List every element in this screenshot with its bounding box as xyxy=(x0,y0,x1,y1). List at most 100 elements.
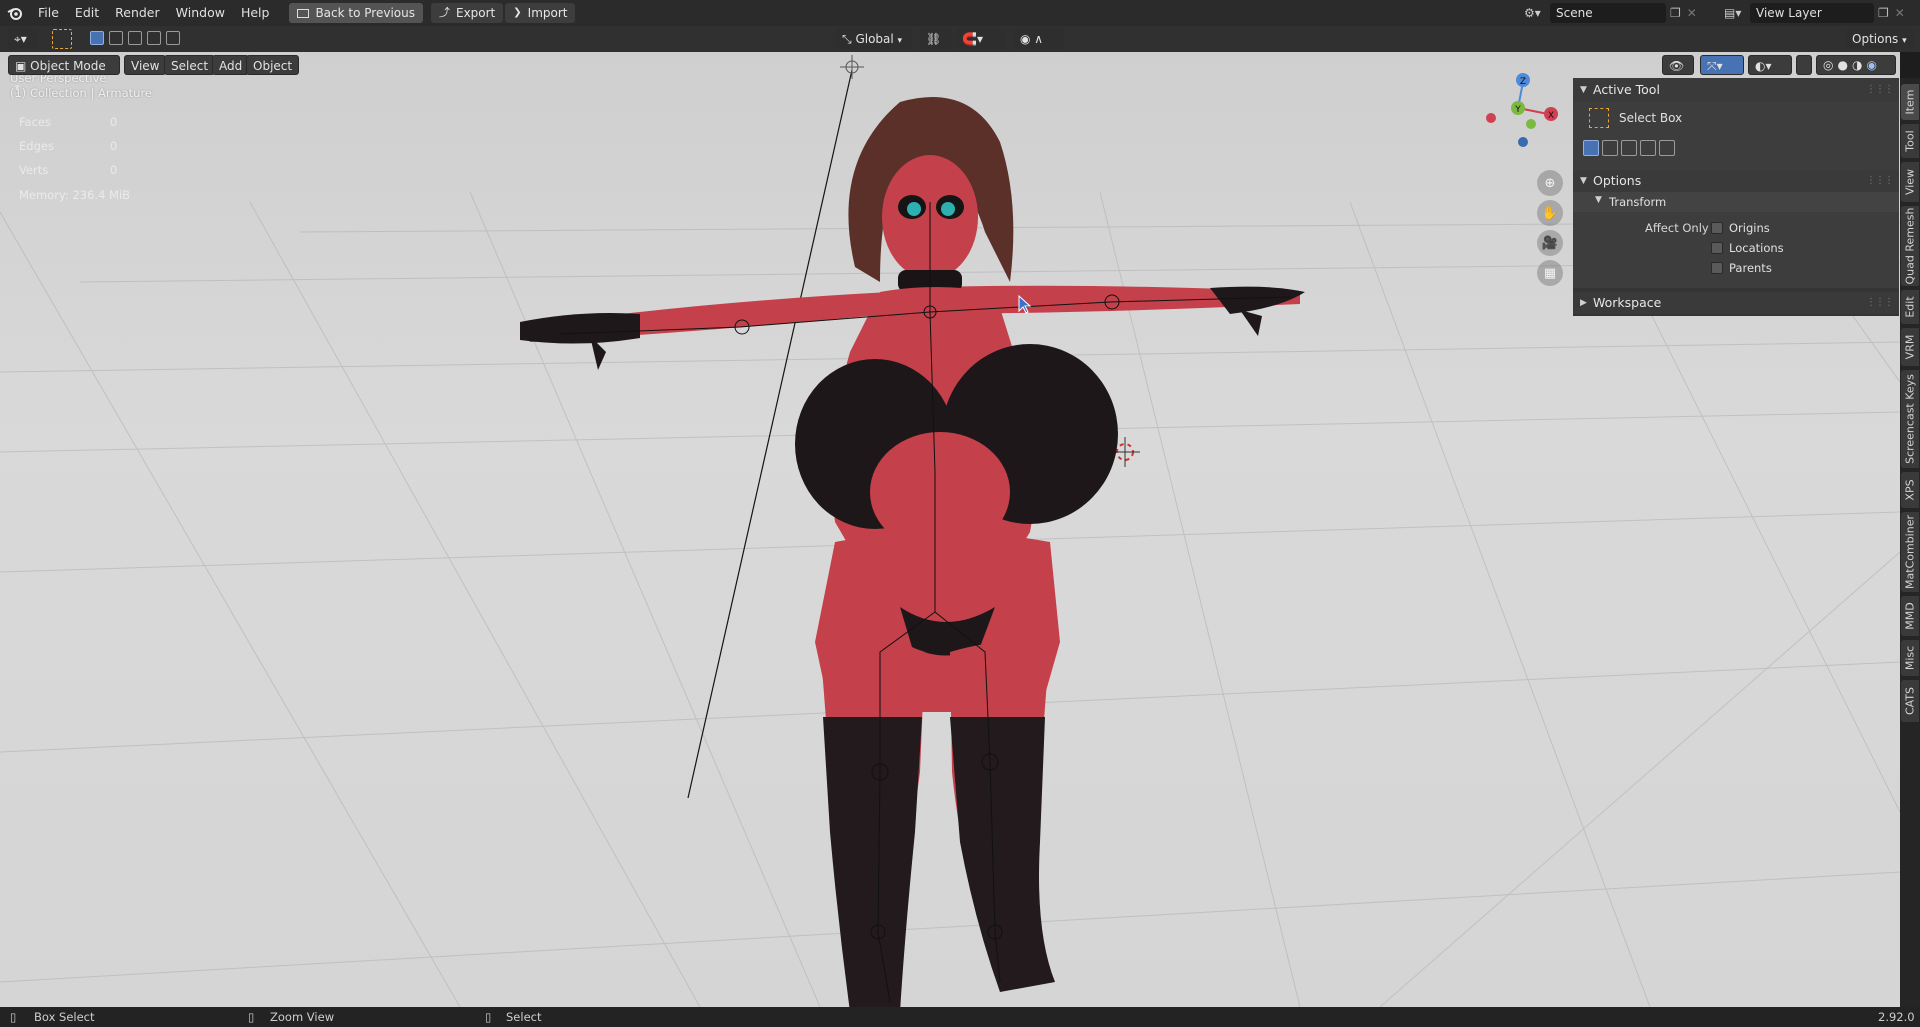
object-menu[interactable]: Object xyxy=(246,55,300,75)
editor-type-icon[interactable]: ⌖▾ xyxy=(8,29,38,49)
svg-text:Y: Y xyxy=(1514,105,1521,115)
collection-label: (1) Collection | Armature xyxy=(10,86,153,100)
menu-window[interactable]: Window xyxy=(168,2,233,24)
screen-back-icon xyxy=(297,8,310,18)
add-menu[interactable]: Add xyxy=(212,55,250,75)
close-icon[interactable]: ✕ xyxy=(1687,6,1697,20)
new-scene-icon[interactable]: ❐ xyxy=(1670,6,1681,20)
parents-label: Parents xyxy=(1729,261,1772,275)
active-tool-header[interactable]: ▼ Active Tool ⋮⋮⋮ xyxy=(1573,78,1899,102)
tab-misc[interactable]: Misc xyxy=(1901,640,1919,676)
parents-checkbox[interactable] xyxy=(1711,262,1723,274)
locations-checkbox[interactable] xyxy=(1711,242,1723,254)
tab-view[interactable]: View xyxy=(1901,162,1919,202)
mouse-right-icon: ▯ xyxy=(485,1010,492,1024)
view-layer-selector[interactable]: ▤▾ View Layer ❐ ✕ xyxy=(1724,2,1905,24)
select-menu[interactable]: Select xyxy=(164,55,216,75)
tab-xps[interactable]: XPS xyxy=(1901,472,1919,508)
solid-shading-icon[interactable]: ● xyxy=(1837,55,1847,75)
select-difference-icon[interactable] xyxy=(1640,140,1656,156)
sidebar-tabs: Item Tool View Quad Remesh Edit VRM Scre… xyxy=(1900,78,1920,1007)
drag-grip-icon[interactable]: ⋮⋮⋮ xyxy=(1866,292,1894,314)
shading-modes[interactable]: ◎ ● ◑ ◉ xyxy=(1816,55,1896,75)
mode-dropdown[interactable]: ▣ Object Mode ▾ xyxy=(8,55,120,93)
material-shading-icon[interactable]: ◑ xyxy=(1852,55,1862,75)
select-intersect-icon[interactable] xyxy=(1659,140,1675,156)
import-button[interactable]: ❯ Import xyxy=(505,3,576,23)
overlay-toggle-icon[interactable]: ◐▾ xyxy=(1748,55,1792,75)
visibility-icon[interactable]: 👁▾ xyxy=(1662,55,1694,93)
status-zoom-view: Zoom View xyxy=(270,1010,335,1024)
camera-icon[interactable]: 🎥 xyxy=(1537,230,1563,256)
select-tool-icon[interactable] xyxy=(52,29,72,49)
svg-text:X: X xyxy=(1548,111,1554,121)
export-button[interactable]: ⤴ Export xyxy=(430,3,504,23)
stat-faces-value: 0 xyxy=(110,115,118,129)
select-extend-icon[interactable] xyxy=(109,31,123,45)
zoom-icon[interactable]: ⊕ xyxy=(1537,170,1563,196)
select-intersect-icon[interactable] xyxy=(166,31,180,45)
pivot-point-icon[interactable]: ⛓▾ xyxy=(920,29,952,66)
select-extend-icon[interactable] xyxy=(1602,140,1618,156)
navigation-gizmo[interactable]: Z X Y xyxy=(1478,70,1558,150)
menu-render[interactable]: Render xyxy=(107,2,168,24)
stat-verts-label: Verts xyxy=(19,163,49,177)
back-to-previous-button[interactable]: Back to Previous xyxy=(289,3,423,23)
drag-grip-icon[interactable]: ⋮⋮⋮ xyxy=(1866,78,1894,102)
chevron-down-icon: ▾ xyxy=(897,36,903,46)
tab-item[interactable]: Item xyxy=(1901,84,1919,120)
tab-tool[interactable]: Tool xyxy=(1901,124,1919,158)
tab-screencast-keys[interactable]: Screencast Keys xyxy=(1901,370,1919,468)
scene-selector[interactable]: ⚙▾ Scene ❐ ✕ xyxy=(1524,2,1697,24)
select-new-icon[interactable] xyxy=(90,31,104,45)
object-mode-icon: ▣ xyxy=(15,59,27,73)
tab-cats[interactable]: CATS xyxy=(1901,680,1919,722)
stat-faces-label: Faces xyxy=(19,115,51,129)
close-icon[interactable]: ✕ xyxy=(1895,6,1905,20)
chevron-right-icon: ❯ xyxy=(513,7,522,18)
tab-mmd[interactable]: MMD xyxy=(1901,596,1919,636)
new-view-layer-icon[interactable]: ❐ xyxy=(1878,6,1889,20)
menu-edit[interactable]: Edit xyxy=(67,2,107,24)
sidebar-panel: ▼ Active Tool ⋮⋮⋮ Select Box ▼ Options ⋮… xyxy=(1573,78,1899,316)
stat-edges-label: Edges xyxy=(19,139,54,153)
blender-logo-icon[interactable] xyxy=(0,0,30,26)
tab-edit[interactable]: Edit xyxy=(1901,290,1919,324)
view-menu[interactable]: View xyxy=(124,55,167,75)
menu-help[interactable]: Help xyxy=(233,2,278,24)
origins-checkbox[interactable] xyxy=(1711,222,1723,234)
menu-file[interactable]: File xyxy=(30,2,67,24)
select-difference-icon[interactable] xyxy=(147,31,161,45)
affect-only-label: Affect Only xyxy=(1645,221,1709,235)
pan-hand-icon[interactable]: ✋ xyxy=(1537,200,1563,226)
version-label: 2.92.0 xyxy=(1878,1010,1915,1024)
tab-vrm[interactable]: VRM xyxy=(1901,328,1919,366)
transform-orientation-dropdown[interactable]: ⤡ Global ▾ xyxy=(836,29,912,49)
wireframe-shading-icon[interactable]: ◎ xyxy=(1823,55,1833,75)
gizmo-toggle-icon[interactable]: ⤧▾ xyxy=(1700,55,1744,75)
xray-icon[interactable] xyxy=(1796,55,1812,75)
snap-icon[interactable]: 🧲▾ xyxy=(956,29,1006,49)
select-box-label: Select Box xyxy=(1619,111,1683,125)
status-box-select: Box Select xyxy=(34,1010,95,1024)
options-dropdown[interactable]: Options ▾ xyxy=(1846,29,1914,49)
svg-text:Z: Z xyxy=(1520,77,1526,87)
tab-quad-remesh[interactable]: Quad Remesh xyxy=(1901,206,1919,286)
orientation-icon: ⤡ xyxy=(842,32,852,46)
select-subtract-icon[interactable] xyxy=(1621,140,1637,156)
collapse-triangle-icon: ▼ xyxy=(1595,195,1602,205)
tab-matcombiner[interactable]: MatCombiner xyxy=(1901,512,1919,592)
workspace-header[interactable]: ▶ Workspace ⋮⋮⋮ xyxy=(1573,292,1899,314)
viewport-header: ▣ Object Mode ▾ View Select Add Object 👁… xyxy=(0,52,1920,93)
proportional-editing-icon[interactable]: ◉ ∧ xyxy=(1014,29,1064,49)
select-new-icon[interactable] xyxy=(1583,140,1599,156)
transform-subheader[interactable]: ▼ Transform xyxy=(1573,192,1899,212)
collapse-triangle-icon: ▼ xyxy=(1580,85,1587,95)
memory-label: Memory: 236.4 MiB xyxy=(19,188,131,202)
scene-icon: ⚙▾ xyxy=(1524,6,1541,20)
options-header[interactable]: ▼ Options ⋮⋮⋮ xyxy=(1573,170,1899,192)
grid-perspective-icon[interactable]: ▦ xyxy=(1537,260,1563,286)
drag-grip-icon[interactable]: ⋮⋮⋮ xyxy=(1866,170,1894,192)
rendered-shading-icon[interactable]: ◉ xyxy=(1866,55,1876,75)
select-subtract-icon[interactable] xyxy=(128,31,142,45)
